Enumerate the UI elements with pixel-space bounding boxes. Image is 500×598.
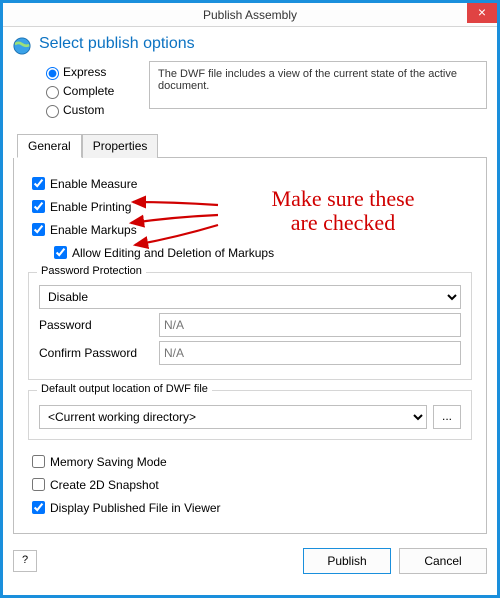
- dialog-content: Select publish options Express Complete …: [3, 27, 497, 584]
- password-mode-select[interactable]: Disable: [39, 285, 461, 309]
- help-button[interactable]: ?: [13, 550, 37, 572]
- tab-container: General Properties Enable Measure Enable…: [13, 133, 487, 534]
- check-enable-printing-label: Enable Printing: [50, 200, 131, 214]
- check-display-published-input[interactable]: [32, 501, 45, 514]
- radio-express-input[interactable]: [46, 67, 59, 80]
- options-row: Express Complete Custom The DWF file inc…: [41, 61, 487, 121]
- check-enable-measure[interactable]: Enable Measure: [28, 174, 472, 193]
- tab-bar: General Properties: [17, 133, 487, 158]
- radio-complete-label: Complete: [63, 84, 114, 98]
- check-memory-saving-label: Memory Saving Mode: [50, 455, 167, 469]
- check-enable-measure-label: Enable Measure: [50, 177, 137, 191]
- tab-properties[interactable]: Properties: [82, 134, 159, 158]
- password-label: Password: [39, 318, 159, 332]
- confirm-password-label: Confirm Password: [39, 346, 159, 360]
- tab-body: Enable Measure Enable Printing Enable Ma…: [13, 158, 487, 534]
- password-legend: Password Protection: [37, 265, 146, 277]
- publish-button[interactable]: Publish: [303, 548, 391, 574]
- button-row: ? Publish Cancel: [13, 548, 487, 574]
- close-icon[interactable]: ×: [467, 3, 497, 23]
- output-location-select[interactable]: <Current working directory>: [39, 405, 427, 429]
- radio-complete[interactable]: Complete: [41, 83, 141, 99]
- check-display-published[interactable]: Display Published File in Viewer: [28, 498, 472, 517]
- radio-express[interactable]: Express: [41, 64, 141, 80]
- options-title: Select publish options: [39, 35, 195, 53]
- confirm-password-input[interactable]: [159, 341, 461, 365]
- radio-express-label: Express: [63, 65, 106, 79]
- check-enable-markups[interactable]: Enable Markups: [28, 220, 472, 239]
- radio-custom-label: Custom: [63, 103, 104, 117]
- check-create-2d-snapshot-label: Create 2D Snapshot: [50, 478, 159, 492]
- bottom-checks: Memory Saving Mode Create 2D Snapshot Di…: [28, 452, 472, 517]
- window-title: Publish Assembly: [203, 8, 297, 22]
- check-enable-printing[interactable]: Enable Printing: [28, 197, 472, 216]
- check-enable-measure-input[interactable]: [32, 177, 45, 190]
- check-create-2d-snapshot-input[interactable]: [32, 478, 45, 491]
- dialog-window: Publish Assembly × Select publish option…: [0, 0, 500, 598]
- check-allow-editing-label: Allow Editing and Deletion of Markups: [72, 246, 274, 260]
- check-display-published-label: Display Published File in Viewer: [50, 501, 221, 515]
- check-allow-editing-input[interactable]: [54, 246, 67, 259]
- cancel-button[interactable]: Cancel: [399, 548, 487, 574]
- titlebar: Publish Assembly ×: [3, 3, 497, 27]
- output-legend: Default output location of DWF file: [37, 383, 212, 395]
- check-enable-markups-input[interactable]: [32, 223, 45, 236]
- password-group: Password Protection Disable Password Con…: [28, 272, 472, 380]
- options-header: Select publish options: [13, 35, 487, 55]
- browse-button[interactable]: ...: [433, 405, 461, 429]
- check-memory-saving-input[interactable]: [32, 455, 45, 468]
- description-box: The DWF file includes a view of the curr…: [149, 61, 487, 109]
- password-input[interactable]: [159, 313, 461, 337]
- output-group: Default output location of DWF file <Cur…: [28, 390, 472, 440]
- radio-column: Express Complete Custom: [41, 61, 141, 121]
- check-enable-printing-input[interactable]: [32, 200, 45, 213]
- tab-general[interactable]: General: [17, 134, 82, 158]
- globe-icon: [13, 37, 31, 55]
- radio-complete-input[interactable]: [46, 86, 59, 99]
- check-create-2d-snapshot[interactable]: Create 2D Snapshot: [28, 475, 472, 494]
- check-enable-markups-label: Enable Markups: [50, 223, 137, 237]
- radio-custom-input[interactable]: [46, 105, 59, 118]
- radio-custom[interactable]: Custom: [41, 102, 141, 118]
- check-allow-editing[interactable]: Allow Editing and Deletion of Markups: [50, 243, 472, 262]
- check-memory-saving[interactable]: Memory Saving Mode: [28, 452, 472, 471]
